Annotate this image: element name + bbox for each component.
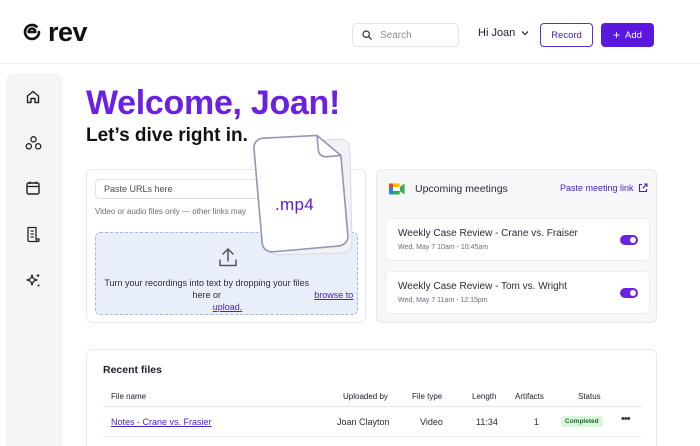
top-bar: rev Hi Joan Record + Add [0, 0, 700, 64]
meeting-record-toggle[interactable] [620, 235, 638, 245]
uploaded-by-cell: Joan Clayton [337, 417, 390, 427]
groups-icon [25, 136, 41, 150]
artifacts-cell: 1 [534, 417, 540, 427]
google-meet-icon [389, 183, 405, 195]
paste-meeting-link-label: Paste meeting link [560, 183, 634, 193]
home-icon [26, 90, 40, 104]
document-icon [27, 226, 40, 242]
sparkle-icon [25, 273, 40, 286]
rev-logo-icon [23, 23, 41, 41]
meetings-card: Upcoming meetings Paste meeting link Wee… [376, 169, 657, 323]
sidebar-item-groups[interactable] [23, 133, 43, 153]
meeting-name: Weekly Case Review - Tom vs. Wright [398, 281, 567, 292]
search-icon [362, 30, 372, 40]
meeting-item[interactable]: Weekly Case Review - Crane vs. Fraiser W… [385, 218, 650, 261]
add-button-label: Add [625, 29, 642, 41]
more-options-icon[interactable]: ••• [621, 413, 631, 425]
status-badge: Completed [561, 416, 603, 427]
dropzone-text: Turn your recordings into text by droppi… [96, 277, 359, 313]
meeting-item[interactable]: Weekly Case Review - Tom vs. Wright Wed,… [385, 271, 650, 314]
column-header-length[interactable]: Length [472, 392, 496, 401]
meeting-name: Weekly Case Review - Crane vs. Fraiser [398, 228, 578, 239]
mp4-file-label: .mp4 [275, 195, 314, 214]
column-header-status[interactable]: Status [578, 392, 601, 401]
file-name-link[interactable]: Notes - Crane vs. Frasier [111, 417, 212, 427]
recent-files-card: Recent files File name Uploaded by File … [86, 349, 657, 446]
user-greeting: Hi Joan [478, 27, 516, 39]
upload-icon [219, 248, 237, 267]
welcome-subtitle: Let’s dive right in. [86, 125, 248, 146]
column-header-artifacts[interactable]: Artifacts [515, 392, 544, 401]
column-header-file-type[interactable]: File type [412, 392, 442, 401]
logo-text: rev [48, 17, 88, 47]
rev-logo[interactable]: rev [22, 17, 88, 47]
add-button[interactable]: + Add [601, 23, 654, 47]
file-type-cell: Video [420, 417, 443, 427]
meeting-record-toggle[interactable] [620, 288, 638, 298]
header-divider [103, 406, 642, 407]
sidebar-item-ai[interactable] [23, 270, 43, 290]
topbar-divider [0, 63, 700, 64]
user-menu[interactable]: Hi Joan [478, 27, 529, 39]
external-link-icon [638, 183, 648, 193]
column-header-file-name[interactable]: File name [111, 392, 146, 401]
welcome-heading: Welcome, Joan! [86, 84, 341, 122]
record-button[interactable]: Record [540, 23, 593, 47]
sidebar [6, 73, 63, 446]
search-input[interactable] [380, 29, 450, 41]
paste-meeting-link[interactable]: Paste meeting link [560, 183, 648, 193]
meeting-time: Wed, May 7 10am - 10:45am [398, 244, 489, 251]
url-input[interactable] [95, 179, 265, 199]
search-box[interactable] [352, 23, 459, 47]
dropzone-instructions: Turn your recordings into text by droppi… [104, 278, 310, 300]
sidebar-item-home[interactable] [23, 87, 43, 107]
length-cell: 11:34 [476, 417, 498, 427]
plus-icon: + [613, 28, 621, 42]
url-hint: Video or audio files only — other links … [95, 207, 247, 216]
sidebar-item-documents[interactable] [23, 224, 43, 244]
meetings-title: Upcoming meetings [415, 183, 508, 195]
chevron-down-icon [521, 31, 529, 36]
column-header-uploaded-by[interactable]: Uploaded by [343, 392, 388, 401]
row-divider [103, 436, 642, 437]
recent-files-title: Recent files [103, 364, 162, 376]
sidebar-item-calendar[interactable] [23, 178, 43, 198]
meeting-time: Wed, May 7 11am - 12:15pm [398, 297, 488, 304]
calendar-icon [26, 181, 40, 195]
